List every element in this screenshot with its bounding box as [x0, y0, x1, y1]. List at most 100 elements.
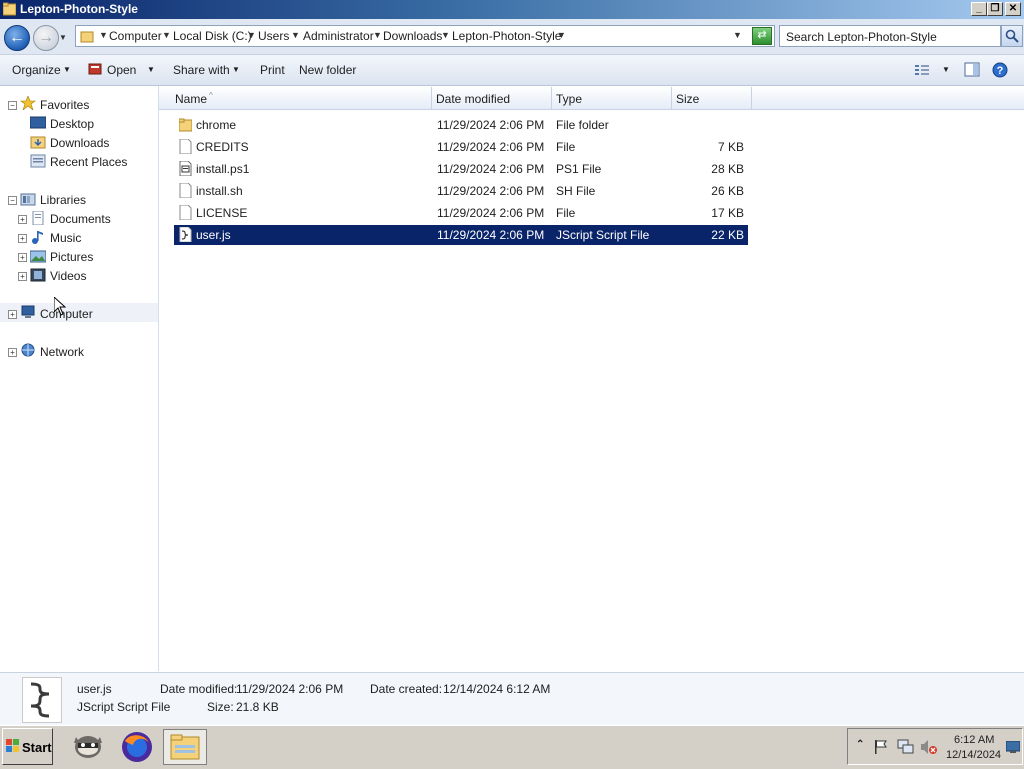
- breadcrumb-current-folder[interactable]: Lepton-Photon-Style: [452, 29, 561, 43]
- breadcrumb-administrator[interactable]: Administrator: [303, 29, 374, 43]
- nav-videos[interactable]: Videos: [50, 269, 86, 283]
- desktop-icon: [30, 116, 46, 129]
- details-date-modified-label: Date modified:: [160, 682, 238, 696]
- show-hidden-icons-button[interactable]: ⌃: [856, 739, 864, 750]
- chevron-down-icon[interactable]: ▼: [373, 30, 382, 40]
- file-icon: [179, 139, 192, 154]
- preview-pane-icon[interactable]: [964, 62, 980, 77]
- action-center-flag-icon[interactable]: [873, 739, 889, 755]
- details-date-created-label: Date created:: [370, 682, 443, 696]
- chevron-down-icon[interactable]: ▼: [147, 65, 155, 74]
- column-name[interactable]: Name: [175, 92, 207, 106]
- nav-music[interactable]: Music: [50, 231, 81, 245]
- nav-libraries[interactable]: Libraries: [40, 193, 86, 207]
- nav-favorites[interactable]: Favorites: [40, 98, 89, 112]
- expand-music-toggle[interactable]: +: [18, 234, 27, 243]
- restore-button[interactable]: ❐: [987, 2, 1003, 16]
- clock-time[interactable]: 6:12 AM: [954, 734, 994, 746]
- column-type[interactable]: Type: [556, 92, 582, 106]
- expand-network-toggle[interactable]: +: [8, 348, 17, 357]
- sort-ascending-icon: ^: [209, 91, 213, 100]
- documents-icon: [32, 211, 44, 225]
- file-row-selected[interactable]: user.js 11/29/2024 2:06 PM JScript Scrip…: [174, 225, 748, 245]
- search-button[interactable]: [1001, 25, 1023, 47]
- column-divider[interactable]: [431, 87, 432, 109]
- chevron-down-icon[interactable]: ▼: [557, 30, 566, 40]
- nav-recent-places[interactable]: Recent Places: [50, 155, 127, 169]
- file-row[interactable]: chrome 11/29/2024 2:06 PM File folder: [174, 115, 748, 135]
- mouse-cursor-icon: [54, 297, 66, 316]
- recent-pages-dropdown[interactable]: ▼: [59, 33, 67, 42]
- search-input[interactable]: Search Lepton-Photon-Style: [779, 25, 1001, 47]
- title-bar[interactable]: Lepton-Photon-Style _ ❐ ✕: [0, 0, 1024, 19]
- nav-computer[interactable]: Computer: [40, 307, 93, 321]
- taskbar-app-raccoon[interactable]: [66, 729, 110, 765]
- chevron-down-icon[interactable]: ▼: [162, 30, 171, 40]
- volume-muted-icon[interactable]: [920, 739, 938, 755]
- file-row[interactable]: install.ps1 11/29/2024 2:06 PM PS1 File …: [174, 159, 748, 179]
- back-button[interactable]: ←: [4, 25, 30, 51]
- chevron-down-icon[interactable]: ▼: [63, 65, 71, 74]
- column-divider[interactable]: [751, 87, 752, 109]
- clock-date[interactable]: 12/14/2024: [946, 749, 1001, 761]
- column-size[interactable]: Size: [676, 92, 699, 106]
- taskbar-app-firefox[interactable]: [115, 729, 159, 765]
- open-button[interactable]: Open: [107, 63, 136, 77]
- address-history-dropdown[interactable]: ▼: [733, 30, 742, 40]
- back-arrow-icon: ←: [9, 29, 25, 46]
- chevron-down-icon[interactable]: ▼: [291, 30, 300, 40]
- organize-button[interactable]: Organize: [12, 63, 61, 77]
- folder-icon: [179, 118, 192, 132]
- close-button[interactable]: ✕: [1005, 2, 1021, 16]
- share-with-button[interactable]: Share with: [173, 63, 230, 77]
- breadcrumb-local-disk[interactable]: Local Disk (C:): [173, 29, 252, 43]
- file-size: 26 KB: [711, 184, 744, 198]
- expand-videos-toggle[interactable]: +: [18, 272, 27, 281]
- breadcrumb-users[interactable]: Users: [258, 29, 289, 43]
- navigation-pane: − Favorites Desktop Downloads Recent Pla…: [0, 86, 159, 671]
- recent-places-icon: [30, 154, 46, 168]
- taskbar-app-explorer[interactable]: [163, 729, 207, 765]
- chevron-down-icon[interactable]: ▼: [232, 65, 240, 74]
- file-row[interactable]: install.sh 11/29/2024 2:06 PM SH File 26…: [174, 181, 748, 201]
- chevron-down-icon[interactable]: ▼: [942, 65, 950, 74]
- show-desktop-icon[interactable]: [1006, 741, 1020, 753]
- print-button[interactable]: Print: [260, 63, 285, 77]
- nav-downloads[interactable]: Downloads: [50, 136, 109, 150]
- start-button[interactable]: Start: [2, 728, 53, 765]
- chevron-down-icon[interactable]: ▼: [247, 30, 256, 40]
- refresh-button[interactable]: ⇄: [752, 27, 772, 45]
- details-date-modified-value: 11/29/2024 2:06 PM: [236, 682, 344, 696]
- expand-pictures-toggle[interactable]: +: [18, 253, 27, 262]
- expand-documents-toggle[interactable]: +: [18, 215, 27, 224]
- nav-pictures[interactable]: Pictures: [50, 250, 93, 264]
- nav-network[interactable]: Network: [40, 345, 84, 359]
- file-type: File folder: [556, 118, 609, 132]
- file-row[interactable]: CREDITS 11/29/2024 2:06 PM File 7 KB: [174, 137, 748, 157]
- collapse-libraries-toggle[interactable]: −: [8, 196, 17, 205]
- nav-documents[interactable]: Documents: [50, 212, 111, 226]
- details-file-type: JScript Script File: [77, 700, 171, 714]
- file-row[interactable]: LICENSE 11/29/2024 2:06 PM File 17 KB: [174, 203, 748, 223]
- chevron-down-icon[interactable]: ▼: [99, 30, 108, 40]
- new-folder-button[interactable]: New folder: [299, 63, 356, 77]
- open-app-icon: [88, 63, 102, 75]
- network-tray-icon[interactable]: [897, 739, 915, 755]
- column-divider[interactable]: [551, 87, 552, 109]
- help-icon[interactable]: ?: [992, 62, 1008, 78]
- chevron-down-icon[interactable]: ▼: [441, 30, 450, 40]
- view-options-icon[interactable]: [914, 63, 930, 77]
- expand-computer-toggle[interactable]: +: [8, 310, 17, 319]
- nav-desktop[interactable]: Desktop: [50, 117, 94, 131]
- breadcrumb-downloads[interactable]: Downloads: [383, 29, 442, 43]
- file-name: install.sh: [196, 184, 243, 198]
- column-date-modified[interactable]: Date modified: [436, 92, 510, 106]
- collapse-favorites-toggle[interactable]: −: [8, 101, 17, 110]
- minimize-button[interactable]: _: [971, 2, 987, 16]
- breadcrumb-computer[interactable]: Computer: [109, 29, 162, 43]
- forward-button[interactable]: →: [33, 25, 59, 51]
- address-bar[interactable]: ▼ Computer ▼ Local Disk (C:) ▼ Users ▼ A…: [75, 25, 775, 47]
- column-divider[interactable]: [671, 87, 672, 109]
- downloads-folder-icon: [30, 136, 46, 149]
- details-date-created-value: 12/14/2024 6:12 AM: [443, 682, 551, 696]
